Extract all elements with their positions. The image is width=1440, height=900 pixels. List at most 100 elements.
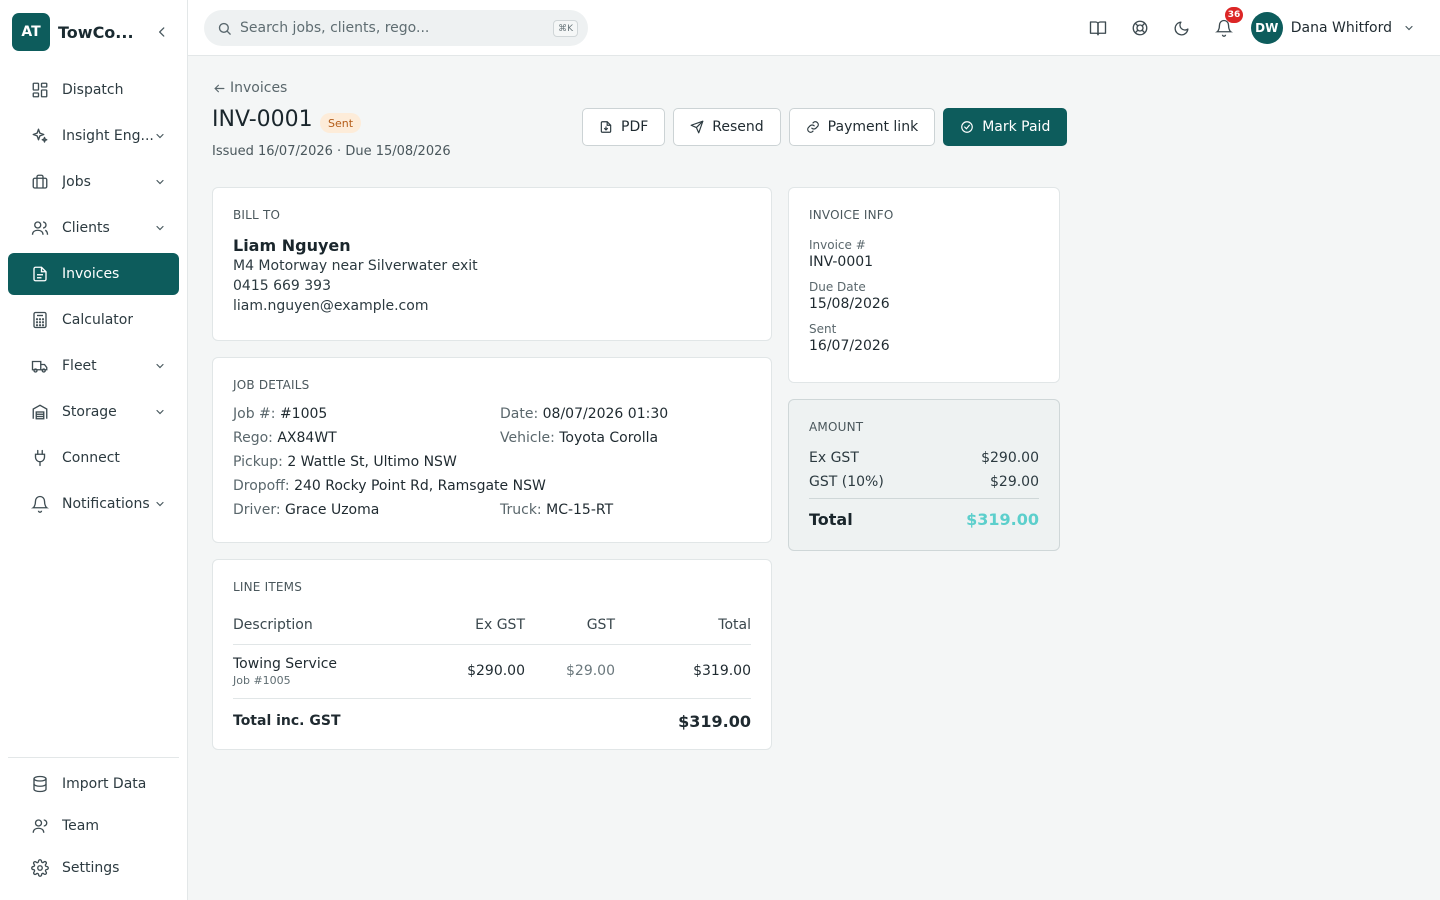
search-input[interactable] (240, 20, 540, 36)
file-icon (30, 264, 50, 284)
total-row: Total $319.00 (809, 505, 1039, 533)
collapse-sidebar-icon[interactable] (152, 22, 172, 42)
field-label: Rego: (233, 430, 273, 446)
mark-paid-button-label: Mark Paid (982, 119, 1051, 135)
avatar: DW (1250, 12, 1283, 44)
due-date-value: 15/08/2026 (809, 296, 890, 312)
truck-field: Truck: MC-15-RT (500, 502, 613, 518)
notifications-bell-icon[interactable]: 36 (1213, 7, 1244, 39)
invoice-info-heading: INVOICE INFO (809, 208, 894, 222)
line-items-table: Description Ex GST GST Total Towing Serv… (233, 606, 751, 744)
topbar: ⌘K 36 DW Dana Whitford (188, 0, 1440, 56)
sidebar-item-connect[interactable]: Connect (8, 437, 179, 479)
file-download-icon (599, 120, 613, 134)
brand[interactable]: AT TowCo... (12, 13, 182, 51)
column-header-gst: GST (525, 606, 615, 645)
ex-gst-value: $290.00 (981, 450, 1039, 466)
user-icon (30, 816, 50, 836)
line-item-ex-gst: $290.00 (433, 644, 525, 699)
sidebar-item-notifications[interactable]: Notifications (8, 483, 179, 525)
sidebar-item-clients[interactable]: Clients (8, 207, 179, 249)
field-label: Job #: (233, 406, 276, 422)
field-value: 240 Rocky Point Rd, Ramsgate NSW (294, 478, 546, 494)
column-header-total: Total (615, 606, 751, 645)
arrow-left-icon (212, 81, 226, 95)
field-label: Vehicle: (500, 430, 555, 446)
line-item-job-ref: Job #1005 (233, 673, 291, 687)
invoice-actions: PDF Resend Payment link Mark Paid (582, 108, 1068, 146)
amount-divider (809, 498, 1039, 499)
field-label: Truck: (500, 502, 542, 518)
field-label: Dropoff: (233, 478, 290, 494)
sidebar-item-label: Connect (62, 450, 120, 466)
mark-paid-button[interactable]: Mark Paid (943, 108, 1068, 146)
search-icon (216, 20, 232, 36)
sidebar-item-label: Settings (62, 860, 120, 876)
link-icon (806, 120, 820, 134)
sidebar-item-label: Fleet (62, 358, 97, 374)
field-label: Pickup: (233, 454, 283, 470)
chevron-down-icon (153, 497, 167, 511)
field-label: Driver: (233, 502, 281, 518)
sidebar-item-import-data[interactable]: Import Data (8, 765, 179, 803)
back-to-invoices-link[interactable]: Invoices (212, 80, 287, 96)
book-icon[interactable] (1087, 17, 1109, 39)
field-label: Date: (500, 406, 539, 422)
resend-button[interactable]: Resend (673, 108, 781, 146)
users-icon (30, 218, 50, 238)
invoice-number-label: Invoice # (809, 238, 866, 252)
table-row: Towing Service Job #1005 $290.00 $29.00 … (233, 644, 751, 699)
sidebar-item-calculator[interactable]: Calculator (8, 299, 179, 341)
plug-icon (30, 448, 50, 468)
sidebar-item-jobs[interactable]: Jobs (8, 161, 179, 203)
sidebar-item-label: Clients (62, 220, 110, 236)
column-header-description: Description (233, 606, 433, 645)
chevron-down-icon (153, 405, 167, 419)
pdf-button[interactable]: PDF (582, 108, 666, 146)
briefcase-icon (30, 172, 50, 192)
search-bar[interactable]: ⌘K (204, 10, 588, 46)
moon-icon[interactable] (1171, 17, 1193, 39)
sidebar-item-invoices[interactable]: Invoices (8, 253, 179, 295)
pdf-button-label: PDF (621, 119, 649, 135)
sidebar-item-label: Storage (62, 404, 117, 420)
sidebar-item-storage[interactable]: Storage (8, 391, 179, 433)
status-badge: Sent (320, 113, 362, 133)
column-header-ex-gst: Ex GST (433, 606, 525, 645)
sidebar-item-team[interactable]: Team (8, 807, 179, 845)
warehouse-icon (30, 402, 50, 422)
line-item-description: Towing Service (233, 655, 338, 672)
field-value: MC-15-RT (546, 502, 614, 518)
line-item-total: $319.00 (615, 644, 751, 699)
database-icon (30, 774, 50, 794)
sidebar-item-settings[interactable]: Settings (8, 849, 179, 887)
user-menu[interactable]: DW Dana Whitford (1250, 12, 1416, 44)
gst-label: GST (10%) (809, 474, 884, 490)
chevron-down-icon (153, 359, 167, 373)
sidebar-item-fleet[interactable]: Fleet (8, 345, 179, 387)
line-item-description-cell: Towing Service Job #1005 (233, 644, 433, 699)
invoice-info-card: INVOICE INFO Invoice # INV-0001 Due Date… (788, 187, 1060, 383)
sent-value: 16/07/2026 (809, 338, 890, 354)
sidebar-item-insight-engine[interactable]: Insight Eng... (8, 115, 179, 157)
sidebar-item-label: Notifications (62, 496, 150, 512)
bell-icon (30, 494, 50, 514)
field-value: AX84WT (277, 430, 337, 446)
search-shortcut-hint: ⌘K (553, 20, 578, 37)
gst-value: $29.00 (990, 474, 1039, 490)
payment-link-button[interactable]: Payment link (788, 108, 936, 146)
sidebar-divider (8, 757, 179, 758)
sidebar-item-dispatch[interactable]: Dispatch (8, 69, 179, 111)
payment-link-button-label: Payment link (827, 119, 919, 135)
field-value: 08/07/2026 01:30 (542, 406, 669, 422)
amount-heading: AMOUNT (809, 420, 864, 434)
table-header-row: Description Ex GST GST Total (233, 606, 751, 645)
pickup-field: Pickup: 2 Wattle St, Ultimo NSW (233, 454, 457, 470)
help-lifebuoy-icon[interactable] (1129, 17, 1151, 39)
sidebar-bottom-nav: Import Data Team Settings (8, 765, 179, 891)
brand-logo: AT (12, 13, 50, 51)
field-value: Toyota Corolla (559, 430, 659, 446)
resend-button-label: Resend (712, 119, 764, 135)
dashboard-icon (30, 80, 50, 100)
job-date-field: Date: 08/07/2026 01:30 (500, 406, 668, 422)
